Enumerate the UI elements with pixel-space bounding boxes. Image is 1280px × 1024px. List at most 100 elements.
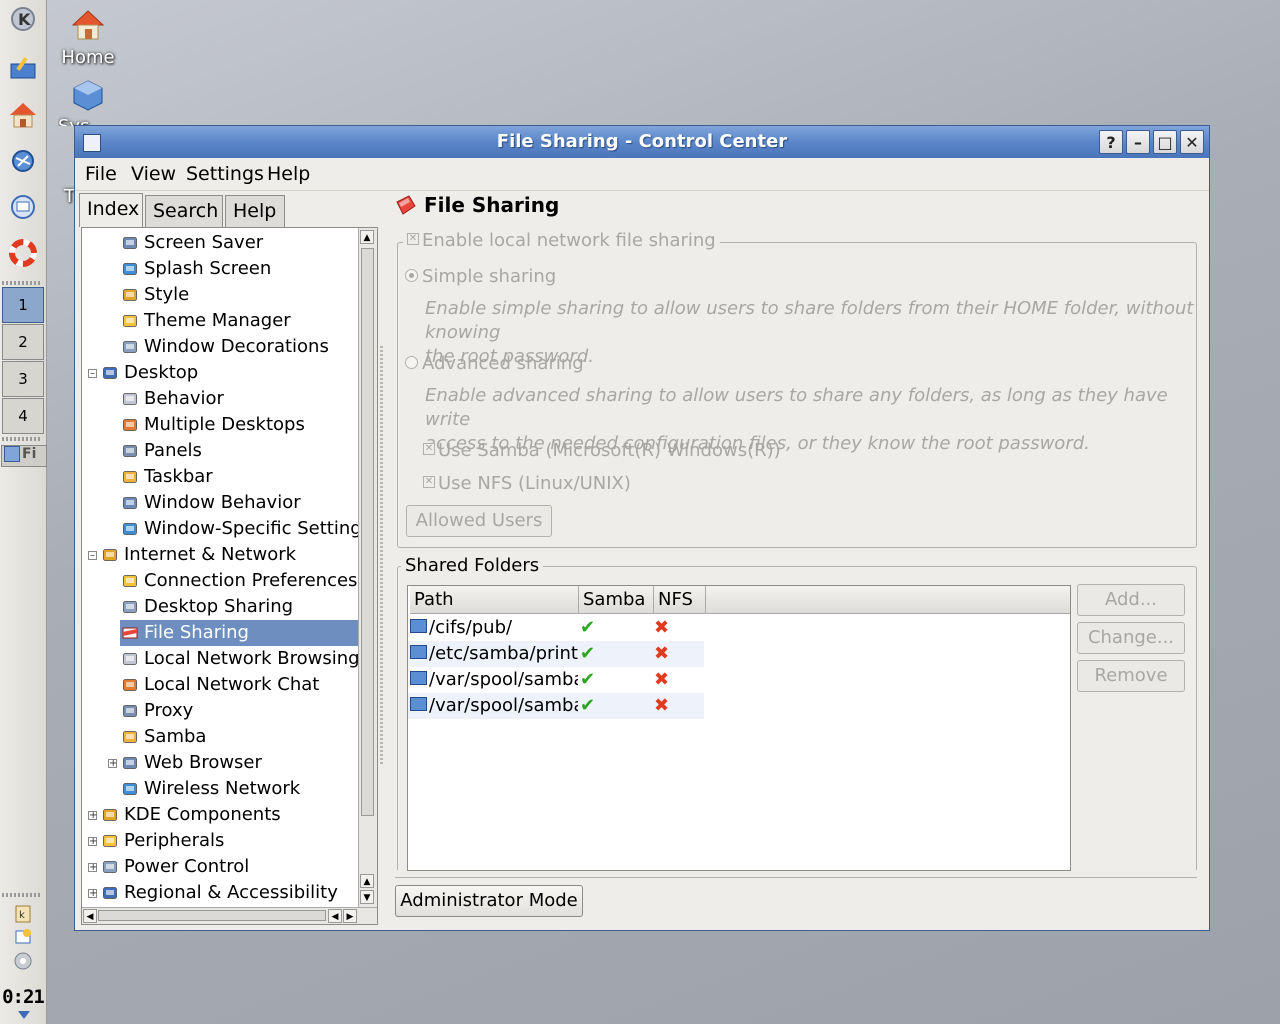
tab-index[interactable]: Index [79,193,143,227]
menu-file[interactable]: File [85,163,117,185]
pager-desktop-3[interactable]: 3 [2,361,44,397]
tree-item-kde-components[interactable]: KDE Components [100,802,358,828]
use-nfs-checkbox[interactable]: ✕ Use NFS (Linux/UNIX) [423,473,631,494]
expand-icon[interactable]: + [108,759,117,769]
expand-icon[interactable]: + [88,889,97,899]
tree-item-style[interactable]: Style [120,282,358,308]
maximize-button[interactable]: □ [1153,130,1177,154]
window-behavior-icon [122,493,138,509]
tree-item-splash-screen[interactable]: Splash Screen [120,256,358,282]
column-header-samba[interactable]: Samba [579,586,654,614]
tree-horizontal-scrollbar[interactable]: ◀ ◀ ▶ [82,907,377,924]
kmenu-icon[interactable]: K [6,2,40,36]
tree-item-window-decorations[interactable]: Window Decorations [120,334,358,360]
splitter-handle[interactable] [380,346,383,766]
change-folder-button[interactable]: Change... [1077,622,1185,654]
tree-item-regional-accessibility[interactable]: Regional & Accessibility [100,880,358,906]
close-button[interactable]: ✕ [1180,130,1204,154]
expand-icon[interactable]: + [88,811,97,821]
advanced-sharing-radio[interactable]: Advanced sharing [405,353,584,374]
menu-view[interactable]: View [131,163,176,185]
expand-icon[interactable]: + [88,863,97,873]
scroll-left-arrow-icon[interactable]: ◀ [328,909,342,923]
menu-settings[interactable]: Settings [186,163,264,185]
home-folder-icon[interactable] [6,98,40,132]
minimize-button[interactable]: – [1126,130,1150,154]
module-tree[interactable]: Screen Saver Splash Screen Style Theme Mana… [81,227,378,925]
clock[interactable]: 0:21 [2,986,45,1008]
tree-item-wireless-network[interactable]: Wireless Network [120,776,358,802]
tree-item-desktop[interactable]: Desktop [100,360,358,386]
desktop-icon-system[interactable]: Sys [48,78,128,126]
table-row[interactable]: /var/spool/samba/✔ ✖ [408,667,704,693]
desktop-icon-home[interactable]: Home [48,8,128,68]
tree-vertical-scrollbar[interactable]: ▲ ▲ ▼ [358,228,377,908]
tab-search[interactable]: Search [145,195,223,227]
tree-item-local-network-chat[interactable]: Local Network Chat [120,672,358,698]
collapse-icon[interactable]: – [88,551,97,561]
add-folder-button[interactable]: Add... [1077,584,1185,616]
tree-item-samba[interactable]: Samba [120,724,358,750]
pager-desktop-4[interactable]: 4 [2,398,44,434]
taskbar-button-file-sharing[interactable]: Fi [1,445,47,467]
klipper-icon[interactable]: k [6,902,40,924]
desktop-access-icon[interactable] [6,52,40,86]
scroll-up-arrow-icon[interactable]: ▲ [360,874,374,888]
expand-icon[interactable]: + [88,837,97,847]
column-header-path[interactable]: Path [410,586,579,614]
media-icon[interactable] [6,950,40,972]
help-lifebuoy-icon[interactable] [6,236,40,270]
pager-label: 3 [18,370,28,388]
tree-item-power-control[interactable]: Power Control [100,854,358,880]
tree-item-file-sharing[interactable]: File Sharing [120,620,358,646]
help-button[interactable]: ? [1099,130,1123,154]
allowed-users-button[interactable]: Allowed Users [406,505,552,537]
proxy-icon [122,701,138,717]
tree-item-label: Behavior [144,388,224,409]
pager-desktop-1[interactable]: 1 [2,287,44,323]
tree-item-connection-preferences[interactable]: Connection Preferences [120,568,358,594]
tree-item-panels[interactable]: Panels [120,438,358,464]
tree-item-label: Multiple Desktops [144,414,305,435]
scroll-thumb[interactable] [361,248,374,816]
konqueror-icon[interactable] [6,144,40,178]
tree-item-theme-manager[interactable]: Theme Manager [120,308,358,334]
table-row[interactable]: /cifs/pub/ ✔ ✖ [408,615,704,641]
tree-item-label: Web Browser [144,752,262,773]
tree-item-internet-network[interactable]: Internet & Network [100,542,358,568]
panel-hide-arrow-icon[interactable] [18,1011,30,1019]
remove-folder-button[interactable]: Remove [1077,660,1185,692]
kontact-icon[interactable] [6,190,40,224]
tree-item-multiple-desktops[interactable]: Multiple Desktops [120,412,358,438]
tree-item-behavior[interactable]: Behavior [120,386,358,412]
scroll-down-arrow-icon[interactable]: ▼ [360,890,374,904]
tree-item-screen-saver[interactable]: Screen Saver [120,230,358,256]
menu-help[interactable]: Help [267,163,310,185]
pager-desktop-2[interactable]: 2 [2,324,44,360]
tab-help[interactable]: Help [225,195,285,227]
tree-item-desktop-sharing[interactable]: Desktop Sharing [120,594,358,620]
tree-item-window-specific-settings[interactable]: Window-Specific Settings [120,516,371,542]
scroll-right-arrow-icon[interactable]: ▶ [343,909,357,923]
column-header-nfs[interactable]: NFS [654,586,706,614]
tree-item-window-behavior[interactable]: Window Behavior [120,490,358,516]
tree-item-peripherals[interactable]: Peripherals [100,828,358,854]
scroll-thumb[interactable] [98,910,326,921]
tree-item-label: KDE Components [124,804,281,825]
scroll-up-arrow-icon[interactable]: ▲ [360,230,374,244]
tree-item-proxy[interactable]: Proxy [120,698,358,724]
administrator-mode-button[interactable]: Administrator Mode [395,885,583,917]
table-row[interactable]: /var/spool/samba/✔ ✖ [408,693,704,719]
tree-item-local-network-browsing[interactable]: Local Network Browsing [120,646,360,672]
enable-sharing-checkbox[interactable]: ✕ Enable local network file sharing [403,230,720,251]
tree-item-taskbar[interactable]: Taskbar [120,464,358,490]
shared-folders-list[interactable]: Path Samba NFS /cifs/pub/✔ ✖/etc/samba/pr… [407,585,1071,871]
use-samba-checkbox[interactable]: ✕ Use Samba (Microsoft(R) Windows(R)) [423,440,781,461]
tree-item-web-browser[interactable]: Web Browser [120,750,358,776]
table-row[interactable]: /etc/samba/printer/✔ ✖ [408,641,704,667]
scroll-left-arrow-icon[interactable]: ◀ [83,909,97,923]
title-bar[interactable]: File Sharing - Control Center ? – □ ✕ [75,126,1209,158]
simple-sharing-radio[interactable]: Simple sharing [405,266,556,287]
collapse-icon[interactable]: – [88,369,97,379]
update-notifier-icon[interactable] [6,926,40,948]
